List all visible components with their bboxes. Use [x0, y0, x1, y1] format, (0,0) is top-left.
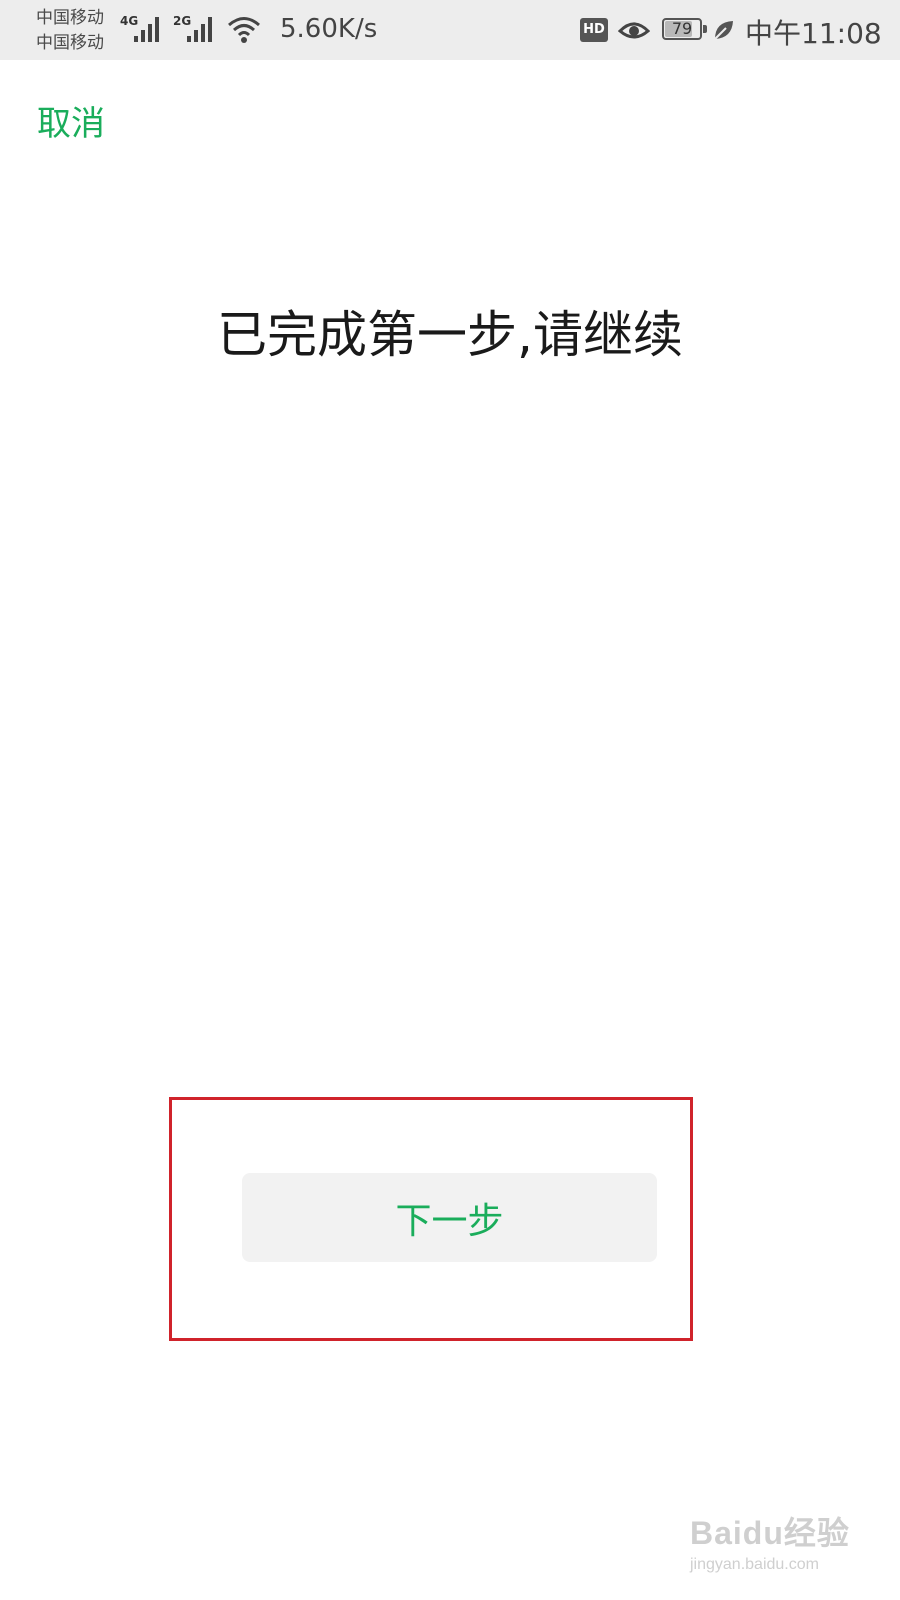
battery-level: 79 — [671, 19, 693, 38]
carrier-1: 中国移动 — [36, 8, 104, 28]
network-speed: 5.60K/s — [280, 14, 378, 44]
watermark-url: jingyan.baidu.com — [690, 1556, 819, 1573]
battery-icon: 79 — [662, 18, 702, 40]
wifi-icon — [228, 17, 260, 43]
clock: 中午11:08 — [745, 17, 882, 50]
signal-icon — [134, 17, 159, 42]
eye-icon — [618, 22, 650, 39]
signal-icon — [187, 17, 212, 42]
hd-icon: HD — [580, 18, 608, 42]
carrier-info: 中国移动 中国移动 — [36, 6, 104, 56]
watermark: Baidu经验 jingyan.baidu.com — [690, 1508, 850, 1574]
battery-cap — [703, 25, 707, 33]
status-bar: 中国移动 中国移动 4G 2G 5.60K/s HD 79 中午11:08 — [0, 0, 900, 60]
cancel-button[interactable]: 取消 — [37, 96, 105, 145]
leaf-icon — [714, 21, 733, 40]
watermark-logo: Baidu经验 — [690, 1515, 850, 1551]
carrier-2: 中国移动 — [36, 33, 104, 53]
page-title: 已完成第一步,请继续 — [217, 306, 683, 364]
next-step-button[interactable]: 下一步 — [242, 1173, 657, 1262]
